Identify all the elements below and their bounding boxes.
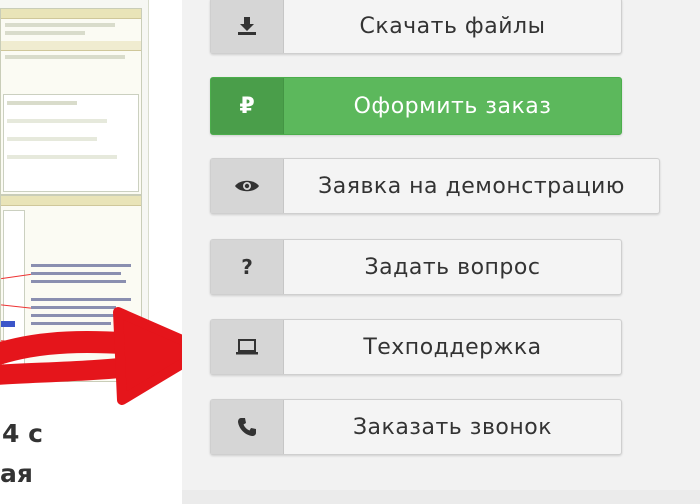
eye-icon <box>211 159 284 213</box>
laptop-icon <box>211 320 284 374</box>
phone-icon <box>211 400 284 454</box>
place-order-label: Оформить заказ <box>353 93 552 119</box>
caption-line-2: ая <box>0 459 33 488</box>
request-call-button[interactable]: Заказать звонок <box>210 399 622 455</box>
tech-support-label: Техподдержка <box>363 334 542 360</box>
download-files-button[interactable]: Скачать файлы <box>210 0 622 54</box>
preview-window-top <box>0 8 142 195</box>
download-icon <box>211 0 284 53</box>
preview-caption: 4 с ая <box>0 414 43 494</box>
demo-request-button[interactable]: Заявка на демонстрацию <box>210 158 660 214</box>
question-icon: ? <box>211 240 284 294</box>
red-arrow-graphic <box>0 307 182 405</box>
request-call-label: Заказать звонок <box>352 414 553 440</box>
download-files-label: Скачать файлы <box>359 13 546 39</box>
product-preview: 4 с ая <box>0 0 182 504</box>
ask-question-button[interactable]: ? Задать вопрос <box>210 239 622 295</box>
ruble-icon: ₽ <box>211 78 284 134</box>
caption-line-1: 4 с <box>2 419 43 448</box>
place-order-button[interactable]: ₽ Оформить заказ <box>210 77 622 135</box>
tech-support-button[interactable]: Техподдержка <box>210 319 622 375</box>
action-panel: Скачать файлы ₽ Оформить заказ Заявка на… <box>182 0 700 504</box>
ask-question-label: Задать вопрос <box>364 254 541 280</box>
demo-request-label: Заявка на демонстрацию <box>318 173 625 199</box>
panel-bottom-edge <box>182 490 700 504</box>
